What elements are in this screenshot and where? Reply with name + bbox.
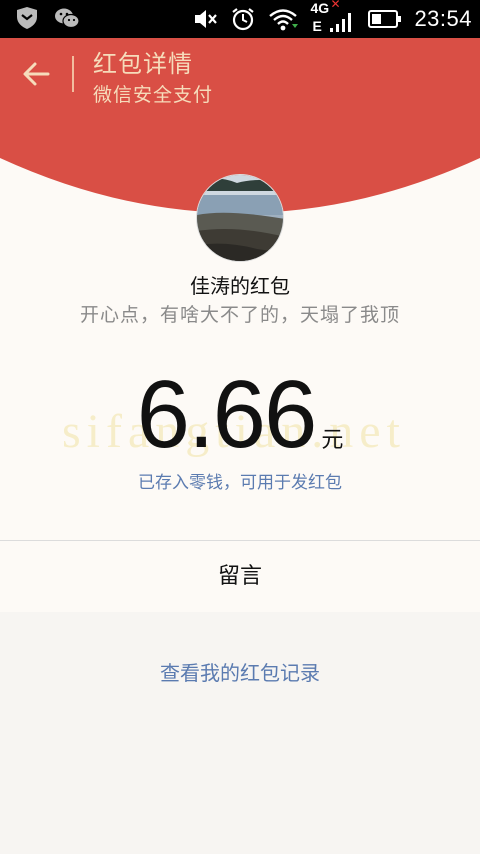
status-bar: 4G ✕ E 23:54 xyxy=(0,0,480,38)
network-type-label: 4G xyxy=(310,0,330,16)
leave-message-button[interactable]: 留言 xyxy=(0,541,480,612)
clock-time: 23:54 xyxy=(414,6,472,31)
wechat-icon xyxy=(55,8,80,29)
header-divider xyxy=(72,56,74,92)
signal-bars-icon xyxy=(330,13,352,32)
shield-icon xyxy=(17,7,37,29)
amount-value: 6.66 xyxy=(136,361,318,468)
avatar-lake-photo xyxy=(197,175,283,261)
wifi-icon xyxy=(269,9,299,31)
page-subtitle: 微信安全支付 xyxy=(93,84,214,106)
page-title: 红包详情 xyxy=(93,50,193,78)
alarm-icon xyxy=(232,8,255,31)
back-arrow-icon[interactable] xyxy=(20,58,52,90)
saved-to-balance-link[interactable]: 已存入零钱，可用于发红包 xyxy=(0,468,480,493)
battery-icon xyxy=(368,10,402,28)
sender-avatar[interactable] xyxy=(196,174,284,262)
mute-icon xyxy=(195,10,218,28)
amount-currency: 元 xyxy=(321,428,344,453)
network-sub-label: E xyxy=(312,18,322,34)
cellular-signal: 4G ✕ E xyxy=(310,0,356,38)
sender-name: 佳涛的红包 xyxy=(190,274,290,298)
blessing-message: 开心点，有啥大不了的，天塌了我顶 xyxy=(79,304,400,326)
amount-display: 6.66 元 xyxy=(0,360,480,470)
view-history-link[interactable]: 查看我的红包记录 xyxy=(0,657,480,686)
